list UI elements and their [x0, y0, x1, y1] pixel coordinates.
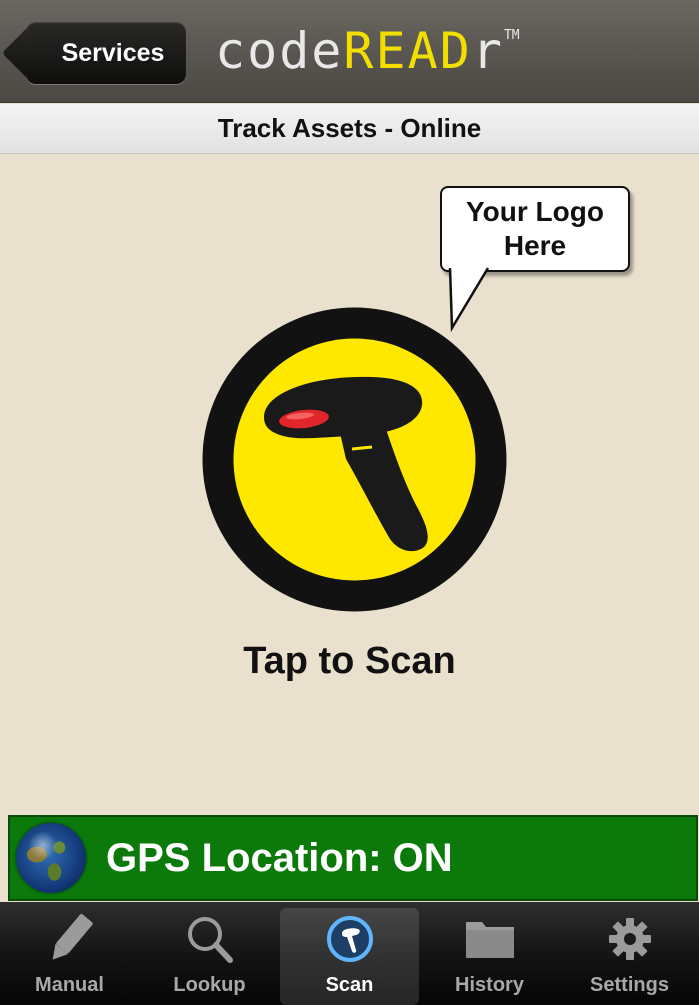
brand-prefix: code [215, 22, 344, 80]
brand-suffix: r [471, 22, 504, 80]
service-title: Track Assets - Online [0, 104, 699, 154]
globe-icon [16, 823, 86, 893]
tab-settings[interactable]: Settings [560, 902, 699, 1005]
pencil-icon [40, 910, 100, 968]
gear-icon [600, 910, 660, 968]
services-back-button[interactable]: Services [4, 22, 186, 86]
tab-lookup-label: Lookup [173, 974, 246, 996]
navigation-bar: Services codeREADrTM [0, 0, 699, 103]
tab-lookup[interactable]: Lookup [140, 902, 279, 1005]
trademark-mark: TM [503, 28, 520, 43]
tap-to-scan-label: Tap to Scan [243, 640, 456, 682]
folder-icon [460, 910, 520, 968]
bubble-line-2: Here [503, 230, 567, 261]
tab-scan[interactable]: Scan [280, 908, 419, 1005]
logo-placeholder-bubble: Your Logo Here [440, 186, 630, 272]
scan-button[interactable] [202, 307, 507, 612]
brand-highlight: READ [343, 22, 472, 80]
tab-history[interactable]: History [420, 902, 559, 1005]
tab-settings-label: Settings [590, 974, 669, 996]
scanner-icon [320, 910, 380, 968]
gps-status-bar: GPS Location: ON [8, 815, 698, 901]
tab-manual[interactable]: Manual [0, 902, 139, 1005]
barcode-scanner-icon [202, 307, 507, 612]
tab-bar: Manual Lookup Scan History Settings [0, 902, 699, 1005]
services-back-button-label: Services [26, 22, 186, 84]
gps-status-text: GPS Location: ON [106, 835, 453, 880]
bubble-line-1: Your Logo [466, 196, 604, 227]
app-logo: codeREADrTM [215, 22, 520, 80]
tab-manual-label: Manual [35, 974, 104, 996]
magnifier-icon [180, 910, 240, 968]
tab-history-label: History [455, 974, 524, 996]
bubble-tail [448, 266, 490, 333]
tab-scan-label: Scan [325, 974, 374, 996]
